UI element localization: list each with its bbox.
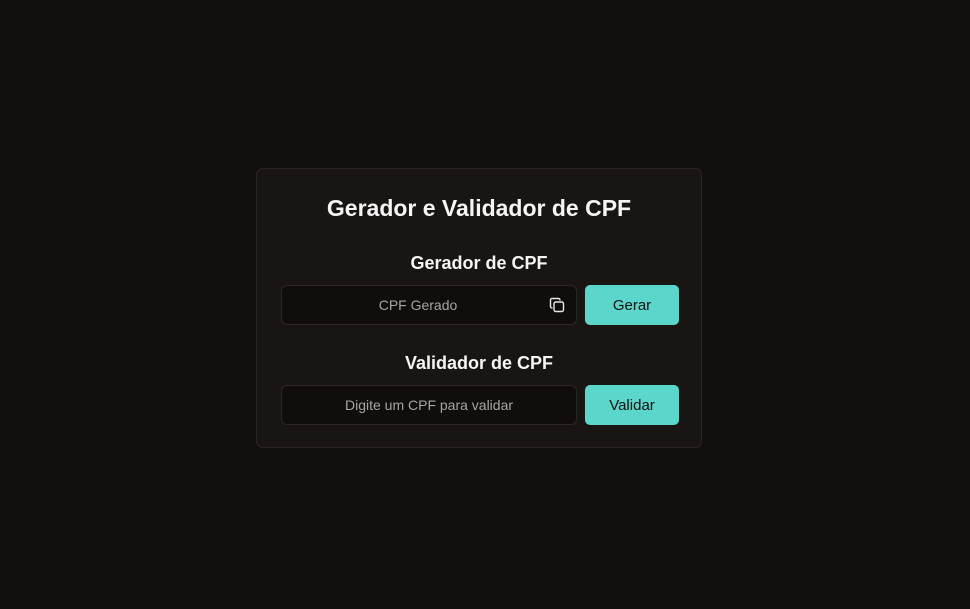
copy-icon[interactable]: [549, 297, 565, 313]
page-title: Gerador e Validador de CPF: [326, 195, 632, 221]
generated-cpf-input[interactable]: [282, 286, 576, 324]
generator-section-title: Gerador de CPF: [410, 253, 548, 273]
validator-section-title: Validador de CPF: [404, 353, 554, 373]
generated-cpf-field: [281, 285, 577, 325]
validate-cpf-field: [281, 385, 577, 425]
cpf-card: Gerador e Validador de CPF Gerador de CP…: [256, 168, 702, 448]
validate-cpf-input[interactable]: [282, 386, 576, 424]
generate-button[interactable]: Gerar: [585, 285, 679, 325]
validate-button[interactable]: Validar: [585, 385, 679, 425]
